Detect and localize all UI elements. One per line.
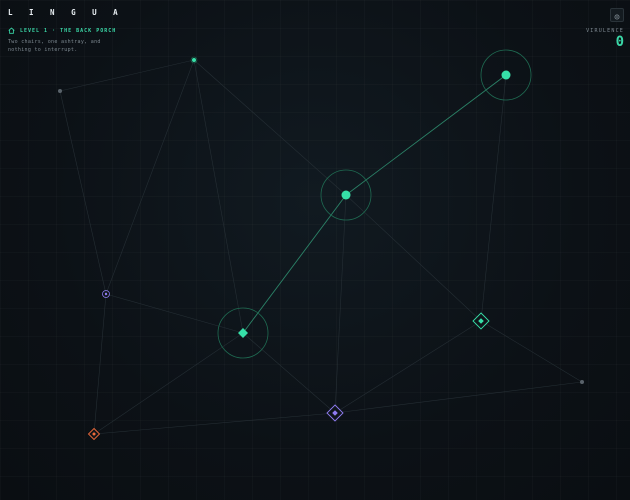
gear-icon — [613, 6, 621, 25]
network-edge — [105, 293, 244, 334]
level-panel: L I N G U A LEVEL 1 · THE BACK PORCH Two… — [8, 8, 138, 54]
level-description: Two chairs, one ashtray, and nothing to … — [8, 38, 138, 54]
network-board[interactable] — [0, 0, 630, 500]
level-label: LEVEL 1 · THE BACK PORCH — [20, 27, 117, 34]
settings-button[interactable] — [610, 8, 624, 22]
network-edge — [193, 59, 347, 196]
network-edge — [93, 293, 107, 435]
network-edge — [59, 59, 195, 92]
virulence-value: 0 — [615, 34, 624, 50]
network-edge — [105, 59, 195, 295]
network-edge — [59, 90, 107, 295]
app-title: L I N G U A — [8, 8, 124, 17]
network-node-n3[interactable] — [480, 49, 532, 101]
network-edge — [345, 74, 507, 196]
network-node-n9[interactable] — [87, 427, 101, 441]
network-node-n4[interactable] — [320, 169, 372, 221]
network-node-n1[interactable] — [190, 56, 198, 64]
level-header: LEVEL 1 · THE BACK PORCH — [8, 27, 138, 34]
stats-panel: VIRULENCE 0 — [586, 8, 624, 49]
network-edge — [193, 59, 244, 334]
network-edge — [480, 74, 507, 322]
network-edge — [334, 194, 347, 414]
home-icon — [8, 27, 15, 34]
network-edge — [345, 194, 482, 322]
network-edge — [93, 332, 244, 435]
network-node-n8[interactable] — [326, 404, 344, 422]
network-node-n6[interactable] — [217, 307, 269, 359]
network-edge — [242, 332, 336, 414]
network-edge — [334, 381, 583, 414]
level-description-line: nothing to interrupt. — [8, 47, 78, 53]
network-edge — [480, 320, 583, 383]
network-node-n2[interactable] — [58, 89, 62, 93]
network-node-n10[interactable] — [580, 380, 584, 384]
network-edge — [242, 194, 347, 334]
network-edge — [334, 320, 482, 414]
network-edge — [93, 412, 336, 435]
level-description-line: Two chairs, one ashtray, and — [8, 39, 101, 45]
